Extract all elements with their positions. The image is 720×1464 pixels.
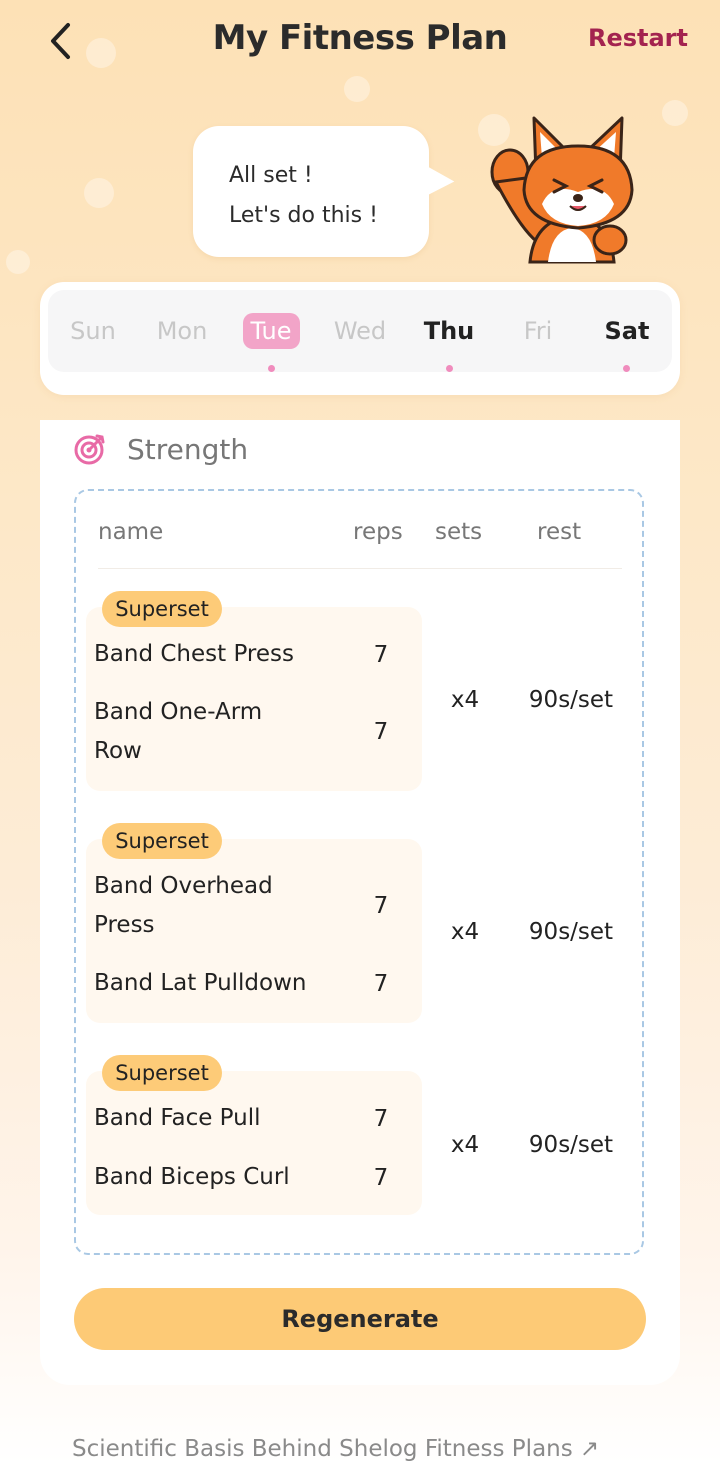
- day-tab-sun[interactable]: Sun: [53, 313, 133, 349]
- header-divider: [98, 568, 622, 569]
- background-dot: [84, 178, 114, 208]
- superset-badge: Superset: [102, 823, 222, 859]
- exercise-name-line: Band Overhead: [94, 873, 273, 899]
- group-sets: x4: [450, 919, 480, 945]
- superset-group: Superset Band Face Pull 7 Band Biceps Cu…: [76, 1055, 642, 1215]
- day-indicator-dot: [623, 365, 630, 372]
- exercise-table: name reps sets rest Superset Band Chest …: [74, 489, 644, 1255]
- target-icon: [74, 434, 105, 465]
- scientific-basis-link[interactable]: Scientific Basis Behind Shelog Fitness P…: [72, 1436, 599, 1462]
- superset-group: Superset Band Overhead Press 7 Band Lat P…: [76, 823, 642, 1023]
- regenerate-button[interactable]: Regenerate: [74, 1288, 646, 1350]
- day-tab-wed[interactable]: Wed: [320, 313, 400, 349]
- group-sets: x4: [450, 1132, 480, 1158]
- day-tab-mon[interactable]: Mon: [142, 313, 222, 349]
- speech-bubble-text: All set ! Let's do this !: [229, 156, 378, 236]
- exercise-reps: 7: [373, 893, 389, 919]
- day-tab-tue[interactable]: Tue: [231, 313, 311, 349]
- day-label: Tue: [242, 313, 300, 349]
- exercise-name-line: Band Face Pull: [94, 1105, 261, 1131]
- group-sets: x4: [450, 687, 480, 713]
- background-dot: [344, 76, 370, 102]
- superset-badge: Superset: [102, 591, 222, 627]
- speech-line-2: Let's do this !: [229, 203, 378, 228]
- day-label: Thu: [423, 317, 475, 345]
- exercise-name: Band Lat Pulldown: [94, 964, 306, 1003]
- column-header-reps: reps: [353, 519, 403, 545]
- exercise-reps: 7: [373, 1165, 389, 1191]
- day-label: Mon: [156, 317, 208, 345]
- exercise-reps: 7: [373, 719, 389, 745]
- background-dot: [662, 100, 688, 126]
- exercise-name: Band Biceps Curl: [94, 1158, 290, 1197]
- day-tab-fri[interactable]: Fri: [498, 313, 578, 349]
- column-header-rest: rest: [537, 519, 582, 545]
- group-rest: 90s/set: [528, 919, 614, 945]
- restart-button[interactable]: Restart: [588, 24, 688, 52]
- speech-bubble-tail: [417, 165, 457, 207]
- exercise-reps: 7: [373, 642, 389, 668]
- speech-line-1: All set !: [229, 163, 313, 188]
- column-header-name: name: [98, 519, 164, 545]
- day-indicator-dot: [268, 365, 275, 372]
- group-rest: 90s/set: [528, 1132, 614, 1158]
- exercise-name-line: Band Lat Pulldown: [94, 970, 307, 996]
- day-label: Wed: [333, 317, 387, 345]
- day-tab-thu[interactable]: Thu: [409, 313, 489, 349]
- superset-group: Superset Band Chest Press 7 Band One-Arm…: [76, 591, 642, 791]
- column-header-sets: sets: [435, 519, 483, 545]
- exercise-name-line: Band Biceps Curl: [94, 1164, 290, 1190]
- exercise-name-line: Row: [94, 738, 142, 764]
- exercise-name: Band One-Arm Row: [94, 693, 262, 771]
- day-tab-sat[interactable]: Sat: [587, 313, 667, 349]
- exercise-name-line: Band Chest Press: [94, 641, 294, 667]
- superset-badge: Superset: [102, 1055, 222, 1091]
- fox-mascot-icon: [490, 116, 634, 264]
- workout-card: Strength name reps sets rest Superset Ba…: [40, 420, 680, 1385]
- exercise-reps: 7: [373, 971, 389, 997]
- group-rest: 90s/set: [528, 687, 614, 713]
- day-label: Sat: [604, 317, 650, 345]
- speech-bubble: All set ! Let's do this !: [193, 126, 457, 257]
- exercise-name-line: Press: [94, 912, 155, 938]
- exercise-name: Band Chest Press: [94, 635, 294, 674]
- exercise-name-line: Band One-Arm: [94, 699, 263, 725]
- exercise-name: Band Overhead Press: [94, 867, 273, 945]
- exercise-reps: 7: [373, 1106, 389, 1132]
- background-dot: [6, 250, 30, 274]
- day-label: Sun: [70, 317, 116, 345]
- section-header: Strength: [73, 432, 248, 466]
- section-title: Strength: [127, 432, 249, 466]
- day-indicator-dot: [446, 365, 453, 372]
- day-label: Fri: [523, 317, 553, 345]
- exercise-name: Band Face Pull: [94, 1099, 261, 1138]
